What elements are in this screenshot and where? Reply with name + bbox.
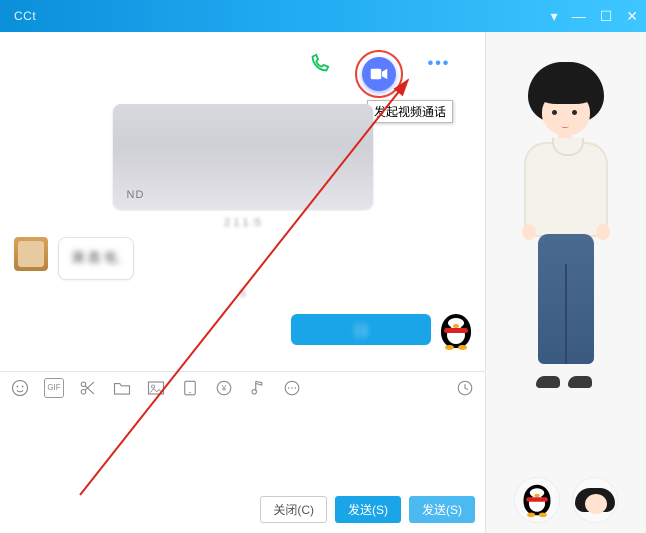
- compose-toolbar: GIF ¥: [0, 371, 485, 404]
- contact-portrait: [506, 62, 626, 382]
- more-tools-button[interactable]: [282, 378, 302, 398]
- video-call-highlight: [355, 50, 403, 98]
- timestamp: 2 1 1 :5: [14, 217, 471, 229]
- history-icon: [456, 379, 474, 397]
- video-call-button[interactable]: [362, 57, 396, 91]
- incoming-row: 消 态 化.: [14, 237, 471, 280]
- send-dropdown-button[interactable]: 发送(S): [409, 496, 475, 523]
- image-icon: [147, 380, 165, 396]
- svg-text:¥: ¥: [221, 384, 227, 393]
- compose-area[interactable]: [0, 404, 485, 490]
- call-row: ••• 发起视频通话: [0, 32, 485, 98]
- history-button[interactable]: [455, 378, 475, 398]
- phone-icon: [308, 53, 330, 75]
- emoji-icon: [11, 379, 29, 397]
- outgoing-bubble: [ ]: [291, 314, 431, 345]
- file-button[interactable]: [112, 378, 132, 398]
- incoming-bubble: 消 态 化.: [58, 237, 134, 280]
- contact-avatar[interactable]: [14, 237, 48, 271]
- outgoing-text: [ ]: [356, 322, 367, 337]
- window-title: CCt: [14, 9, 36, 23]
- timestamp: 5: [14, 288, 471, 300]
- folder-icon: [113, 380, 131, 396]
- music-button[interactable]: [248, 378, 268, 398]
- capture-button[interactable]: [180, 378, 200, 398]
- mini-avatars: [504, 467, 628, 533]
- music-icon: [250, 379, 266, 397]
- image-message[interactable]: [113, 104, 373, 209]
- window-buttons: ▾ — ☐ ✕: [551, 9, 638, 23]
- video-icon: [370, 67, 388, 81]
- minimize-icon[interactable]: —: [572, 9, 586, 23]
- maximize-icon[interactable]: ☐: [600, 9, 613, 23]
- screenshot-button[interactable]: [78, 378, 98, 398]
- capture-icon: [181, 379, 199, 397]
- more-button[interactable]: •••: [425, 50, 453, 78]
- titlebar: CCt ▾ — ☐ ✕: [0, 0, 646, 32]
- money-icon: ¥: [215, 379, 233, 397]
- more-icon: [283, 379, 301, 397]
- gif-button[interactable]: GIF: [44, 378, 64, 398]
- image-button[interactable]: [146, 378, 166, 398]
- mini-avatar-contact[interactable]: [572, 477, 618, 523]
- side-panel: [486, 32, 646, 533]
- close-button[interactable]: 关闭(C): [260, 496, 327, 523]
- chat-panel: ••• 发起视频通话 2 1 1 :5 消 态 化.: [0, 32, 486, 533]
- outgoing-row: [ ]: [14, 314, 471, 348]
- close-icon[interactable]: ✕: [626, 9, 638, 23]
- self-avatar[interactable]: [441, 314, 471, 348]
- mini-avatar-self[interactable]: [514, 477, 560, 523]
- emoji-button[interactable]: [10, 378, 30, 398]
- voice-call-button[interactable]: [305, 50, 333, 78]
- menu-down-icon[interactable]: ▾: [551, 9, 558, 23]
- send-button[interactable]: 发送(S): [335, 496, 401, 523]
- message-area: 2 1 1 :5 消 态 化. 5: [0, 98, 485, 371]
- money-button[interactable]: ¥: [214, 378, 234, 398]
- scissors-icon: [79, 379, 97, 397]
- button-row: 关闭(C) 发送(S) 发送(S): [0, 490, 485, 533]
- incoming-text: 消 态 化.: [71, 248, 121, 269]
